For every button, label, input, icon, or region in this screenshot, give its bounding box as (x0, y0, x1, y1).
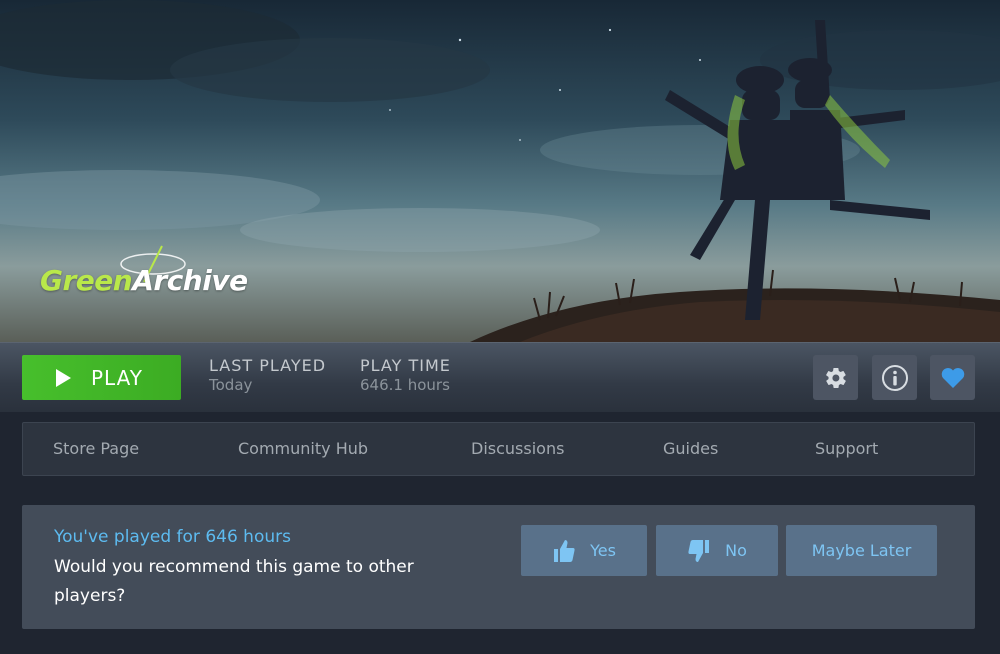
favorite-button[interactable] (930, 355, 975, 400)
nav-community-hub[interactable]: Community Hub (238, 423, 368, 475)
play-time-value: 646.1 hours (360, 376, 450, 394)
play-time-label: PLAY TIME (360, 356, 451, 375)
last-played-label: LAST PLAYED (209, 356, 327, 375)
recommend-later-label: Maybe Later (811, 541, 912, 560)
last-played-value: Today (209, 376, 253, 394)
nav-guides[interactable]: Guides (663, 423, 718, 475)
recommend-no-button[interactable]: No (656, 525, 778, 576)
recommend-yes-button[interactable]: Yes (521, 525, 647, 576)
last-played-stat: LAST PLAYED Today (209, 356, 326, 394)
recommend-question: Would you recommend this game to other p… (54, 557, 414, 606)
info-button[interactable] (872, 355, 917, 400)
nav-support[interactable]: Support (815, 423, 878, 475)
game-nav: Store Page Community Hub Discussions Gui… (22, 422, 975, 476)
logo-text-white: Archive (132, 264, 248, 297)
action-bar: PLAY LAST PLAYED Today PLAY TIME 646.1 h… (0, 342, 1000, 412)
recommend-no-label: No (725, 541, 747, 560)
logo-text: GreenArchive (40, 264, 248, 297)
recommend-panel: You've played for 646 hours Would you re… (22, 505, 975, 629)
info-icon (881, 364, 908, 391)
played-hours-text: You've played for 646 hours (54, 527, 291, 547)
play-button-label: PLAY (91, 365, 144, 390)
heart-icon (941, 367, 964, 388)
recommend-yes-label: Yes (590, 541, 616, 560)
hero-banner: GreenArchive (0, 0, 1000, 342)
nav-discussions[interactable]: Discussions (471, 423, 564, 475)
play-time-stat: PLAY TIME 646.1 hours (360, 356, 451, 394)
thumbs-up-icon (554, 539, 575, 562)
play-button[interactable]: PLAY (22, 355, 181, 400)
nav-store-page[interactable]: Store Page (53, 423, 139, 475)
game-logo: GreenArchive (40, 245, 270, 308)
gear-icon (825, 367, 846, 388)
logo-text-green: Green (40, 264, 133, 297)
recommend-later-button[interactable]: Maybe Later (786, 525, 937, 576)
play-icon (56, 368, 71, 387)
settings-button[interactable] (813, 355, 858, 400)
thumbs-down-icon (688, 539, 710, 562)
